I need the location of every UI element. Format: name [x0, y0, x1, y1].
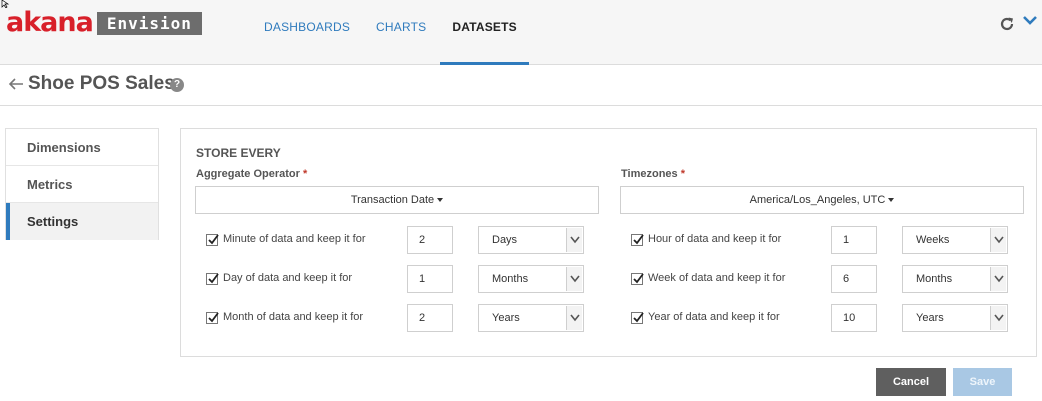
retention-row-year: Year of data and keep it for 10 Years	[631, 304, 1011, 334]
page-header: Shoe POS Sales ?	[0, 66, 1042, 106]
chevron-down-icon	[994, 314, 1004, 322]
select-arrow-button	[990, 267, 1006, 291]
minute-checkbox[interactable]	[206, 234, 219, 246]
hour-keep-input[interactable]: 1	[831, 226, 877, 254]
required-mark: *	[302, 168, 308, 180]
checkmark-icon	[208, 273, 219, 284]
back-arrow-icon[interactable]	[8, 76, 24, 92]
select-arrow-button	[990, 306, 1006, 330]
retention-row-month: Month of data and keep it for 2 Years	[206, 304, 586, 334]
save-button[interactable]: Save	[953, 368, 1012, 396]
year-label: Year of data and keep it for	[648, 311, 780, 323]
section-title: STORE EVERY	[196, 146, 281, 160]
aggregate-operator-label-text: Aggregate Operator	[196, 168, 300, 180]
select-arrow-button	[566, 228, 582, 252]
aggregate-operator-label: Aggregate Operator *	[196, 168, 307, 180]
aggregate-operator-value: Transaction Date	[350, 194, 435, 206]
required-mark: *	[680, 168, 685, 180]
select-arrow-button	[566, 267, 582, 291]
minute-keep-input[interactable]: 2	[407, 226, 453, 254]
top-navigation-bar: akana Envision DASHBOARDS CHARTS DATASET…	[0, 0, 1042, 65]
nav-dashboards[interactable]: DASHBOARDS	[252, 0, 362, 65]
chevron-down-icon	[570, 275, 580, 283]
minute-unit-select[interactable]: Days	[478, 226, 584, 254]
month-label: Month of data and keep it for	[223, 311, 364, 323]
retention-row-day: Day of data and keep it for 1 Months	[206, 265, 586, 295]
hour-unit-select[interactable]: Weeks	[902, 226, 1008, 254]
chevron-down-icon	[570, 236, 580, 244]
hour-checkbox[interactable]	[631, 234, 644, 246]
day-unit-select[interactable]: Months	[478, 265, 584, 293]
month-keep-input[interactable]: 2	[407, 304, 453, 332]
chevron-down-icon	[994, 236, 1004, 244]
checkmark-icon	[208, 234, 219, 245]
settings-panel: STORE EVERY Aggregate Operator * Timezon…	[180, 128, 1037, 357]
week-keep-input[interactable]: 6	[831, 265, 877, 293]
timezones-dropdown[interactable]: America/Los_Angeles, UTC	[620, 186, 1024, 214]
month-checkbox[interactable]	[206, 312, 219, 324]
side-item-settings[interactable]: Settings	[6, 203, 158, 240]
checkmark-icon	[633, 273, 644, 284]
day-keep-input[interactable]: 1	[407, 265, 453, 293]
week-unit-value: Months	[916, 273, 953, 285]
checkmark-icon	[633, 234, 644, 245]
hour-unit-value: Weeks	[916, 234, 950, 246]
side-item-dimensions[interactable]: Dimensions	[6, 129, 158, 166]
main-nav: DASHBOARDS CHARTS DATASETS	[252, 0, 531, 65]
caret-down-icon	[437, 198, 444, 203]
day-label: Day of data and keep it for	[223, 272, 353, 284]
timezones-value: America/Los_Angeles, UTC	[749, 194, 886, 206]
nav-datasets[interactable]: DATASETS	[440, 0, 529, 65]
settings-side-menu: Dimensions Metrics Settings	[5, 128, 159, 240]
help-icon[interactable]: ?	[170, 78, 184, 92]
timezones-label: Timezones *	[621, 168, 685, 180]
month-unit-value: Years	[492, 312, 520, 324]
cancel-button[interactable]: Cancel	[876, 368, 946, 396]
year-keep-input[interactable]: 10	[831, 304, 877, 332]
aggregate-operator-dropdown[interactable]: Transaction Date	[195, 186, 599, 214]
month-unit-select[interactable]: Years	[478, 304, 584, 332]
timezones-label-text: Timezones	[621, 168, 678, 180]
akana-envision-logo[interactable]: akana Envision	[6, 7, 202, 38]
side-item-metrics[interactable]: Metrics	[6, 166, 158, 203]
year-unit-value: Years	[916, 312, 944, 324]
retention-row-hour: Hour of data and keep it for 1 Weeks	[631, 226, 1011, 256]
day-unit-value: Months	[492, 273, 529, 285]
chevron-down-icon[interactable]	[1022, 13, 1038, 27]
page-title: Shoe POS Sales	[28, 73, 175, 94]
logo-envision-text: Envision	[96, 11, 202, 35]
refresh-icon[interactable]	[998, 15, 1016, 33]
select-arrow-button	[990, 228, 1006, 252]
checkmark-icon	[208, 312, 219, 323]
week-checkbox[interactable]	[631, 273, 644, 285]
year-unit-select[interactable]: Years	[902, 304, 1008, 332]
checkmark-icon	[633, 312, 644, 323]
logo-akana-text: akana	[6, 7, 94, 38]
select-arrow-button	[566, 306, 582, 330]
day-checkbox[interactable]	[206, 273, 219, 285]
chevron-down-icon	[570, 314, 580, 322]
minute-unit-value: Days	[492, 234, 518, 246]
week-label: Week of data and keep it for	[648, 272, 786, 284]
week-unit-select[interactable]: Months	[902, 265, 1008, 293]
chevron-down-icon	[994, 275, 1004, 283]
year-checkbox[interactable]	[631, 312, 644, 324]
caret-down-icon	[888, 198, 895, 203]
hour-label: Hour of data and keep it for	[648, 233, 782, 245]
retention-row-minute: Minute of data and keep it for 2 Days	[206, 226, 586, 256]
minute-label: Minute of data and keep it for	[223, 233, 366, 245]
retention-row-week: Week of data and keep it for 6 Months	[631, 265, 1011, 295]
nav-charts[interactable]: CHARTS	[364, 0, 438, 65]
